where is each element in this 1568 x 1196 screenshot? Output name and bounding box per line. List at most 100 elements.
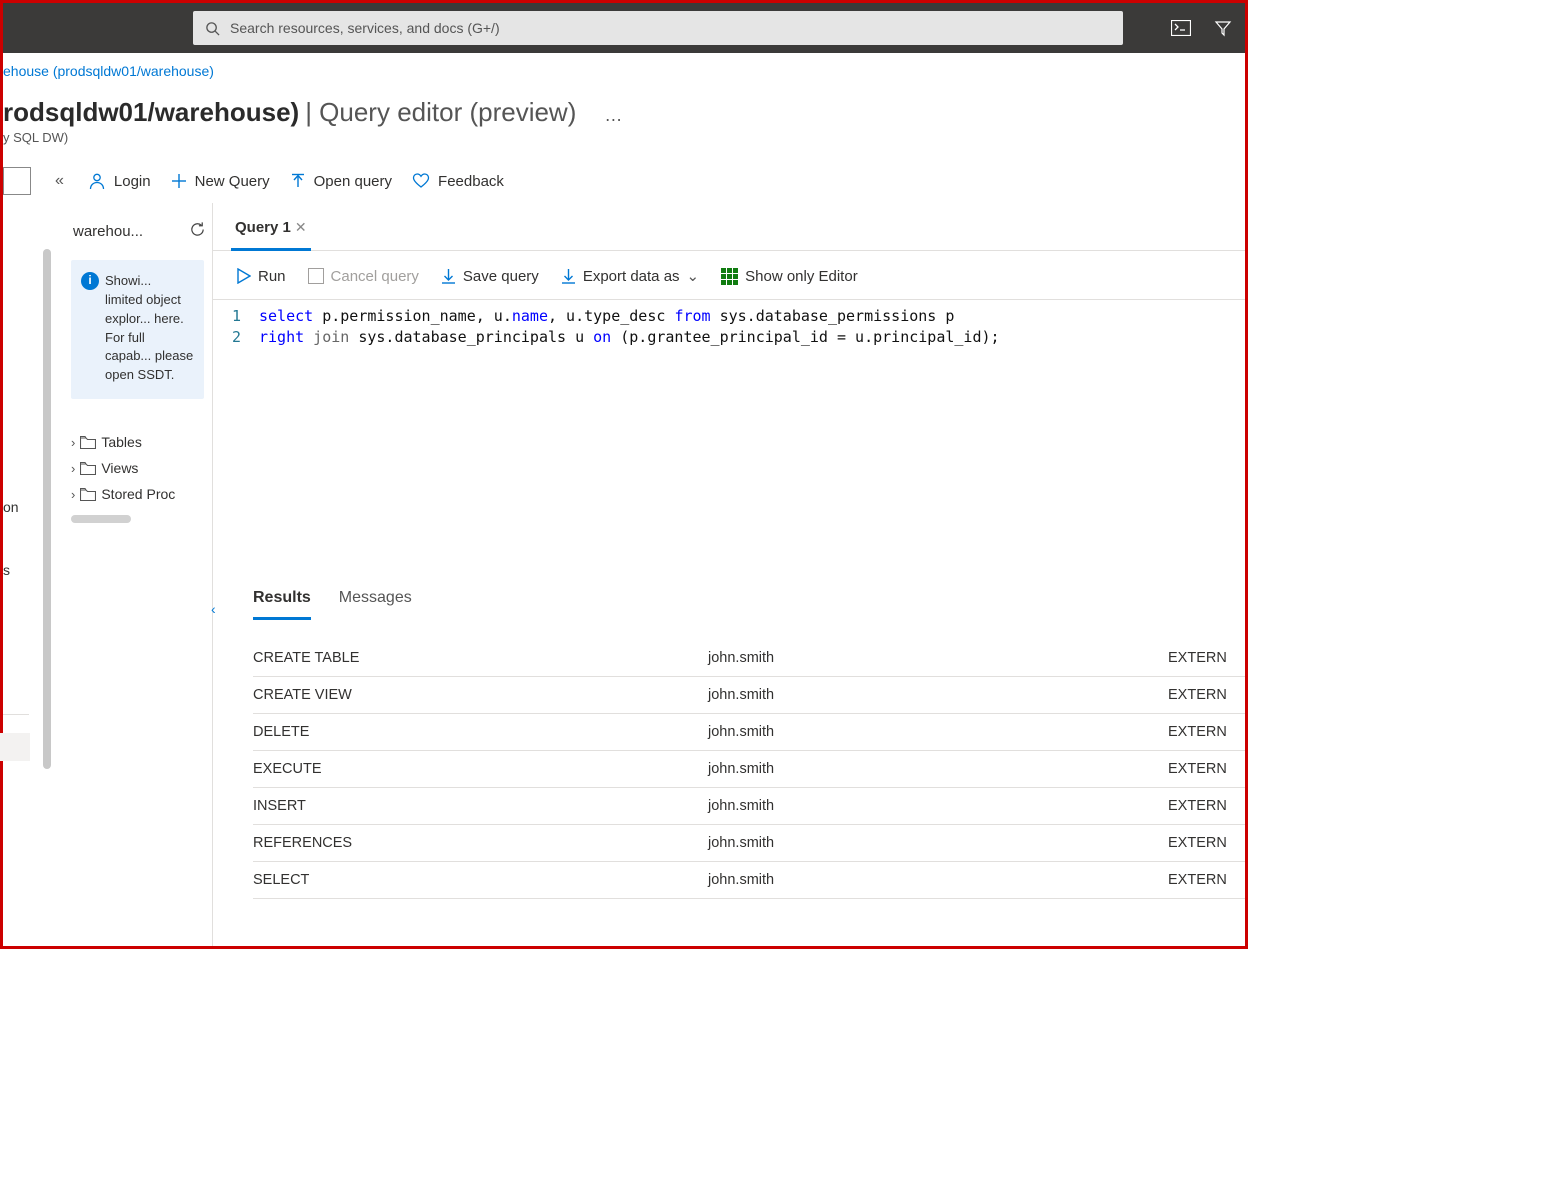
splitter-chevron-icon[interactable]: ‹ (211, 601, 216, 617)
tree-sprocs[interactable]: › Stored Proc (69, 481, 206, 507)
table-row[interactable]: CREATE TABLEjohn.smithEXTERN (253, 640, 1245, 677)
show-only-editor-button[interactable]: Show only Editor (721, 268, 858, 285)
cell-permission: CREATE VIEW (253, 687, 708, 703)
collapse-chevron-icon[interactable]: « (51, 172, 68, 190)
table-row[interactable]: DELETEjohn.smithEXTERN (253, 714, 1245, 751)
more-actions-icon[interactable]: … (604, 105, 623, 126)
tree-sprocs-label: Stored Proc (101, 486, 175, 502)
login-button[interactable]: Login (88, 172, 151, 190)
cell-type: EXTERN (1168, 798, 1245, 814)
grid-icon (721, 268, 738, 285)
cell-principal: john.smith (708, 761, 1168, 777)
scrollbar-thumb[interactable] (43, 249, 51, 769)
chevron-right-icon: › (71, 461, 75, 476)
left-nav-item[interactable]: on (3, 493, 33, 521)
upload-icon (290, 173, 306, 189)
feedback-label: Feedback (438, 173, 504, 190)
tab-messages[interactable]: Messages (339, 589, 412, 620)
new-query-button[interactable]: New Query (171, 173, 270, 190)
cancel-query-button: Cancel query (308, 268, 419, 285)
run-label: Run (258, 268, 286, 285)
cancel-label: Cancel query (331, 268, 419, 285)
folder-icon (80, 488, 96, 501)
results-grid: CREATE TABLEjohn.smithEXTERNCREATE VIEWj… (213, 620, 1245, 899)
person-icon (88, 172, 106, 190)
cell-principal: john.smith (708, 724, 1168, 740)
info-title: Showi... (105, 272, 151, 291)
tree-views[interactable]: › Views (69, 455, 206, 481)
cell-type: EXTERN (1168, 761, 1245, 777)
tab-results[interactable]: Results (253, 589, 311, 620)
table-row[interactable]: CREATE VIEWjohn.smithEXTERN (253, 677, 1245, 714)
table-row[interactable]: SELECTjohn.smithEXTERN (253, 862, 1245, 899)
query-tab-label: Query 1 (235, 219, 291, 236)
info-card: i Showi... limited object explor... here… (71, 260, 204, 399)
main-area: on s warehou... i Showi... limited objec… (3, 203, 1245, 946)
sidebar-search-box[interactable] (3, 167, 31, 195)
search-placeholder: Search resources, services, and docs (G+… (230, 20, 500, 36)
left-scrollbar[interactable] (33, 203, 63, 946)
heart-icon (412, 173, 430, 189)
query-tabs: Query 1 ✕ (213, 203, 1245, 251)
explorer-h-scrollbar[interactable] (71, 515, 131, 523)
chevron-right-icon: › (71, 435, 75, 450)
cell-principal: john.smith (708, 687, 1168, 703)
command-bar: « Login New Query Open query Feedback (3, 161, 1245, 205)
query-tab-1[interactable]: Query 1 ✕ (231, 219, 311, 251)
table-row[interactable]: INSERTjohn.smithEXTERN (253, 788, 1245, 825)
results-tabs: Results Messages (213, 571, 1245, 620)
breadcrumb: ehouse (prodsqldw01/warehouse) (3, 53, 1245, 79)
filter-icon[interactable] (1213, 18, 1233, 38)
save-query-button[interactable]: Save query (441, 268, 539, 285)
table-row[interactable]: REFERENCESjohn.smithEXTERN (253, 825, 1245, 862)
left-nav-item-selected[interactable] (0, 733, 30, 761)
cell-type: EXTERN (1168, 724, 1245, 740)
feedback-button[interactable]: Feedback (412, 173, 504, 190)
tree-tables-label: Tables (101, 434, 141, 450)
left-nav-item[interactable]: s (3, 556, 33, 584)
tree-tables[interactable]: › Tables (69, 429, 206, 455)
open-query-button[interactable]: Open query (290, 173, 392, 190)
folder-icon (80, 462, 96, 475)
show-only-label: Show only Editor (745, 268, 858, 285)
export-data-button[interactable]: Export data as ⌄ (561, 267, 699, 285)
refresh-icon[interactable] (189, 221, 206, 242)
cell-principal: john.smith (708, 650, 1168, 666)
page-title: rodsqldw01/warehouse) (3, 97, 299, 128)
info-body: limited object explor... here. For full … (81, 291, 194, 385)
chevron-down-icon: ⌄ (687, 267, 700, 285)
stop-icon (308, 268, 324, 284)
sql-editor[interactable]: 1 2 select p.permission_name, u.name, u.… (213, 299, 1245, 571)
open-query-label: Open query (314, 173, 392, 190)
search-icon (205, 21, 220, 36)
table-row[interactable]: EXECUTEjohn.smithEXTERN (253, 751, 1245, 788)
plus-icon (171, 173, 187, 189)
cell-permission: CREATE TABLE (253, 650, 708, 666)
page-subtitle: y SQL DW) (3, 130, 1245, 161)
cell-permission: SELECT (253, 872, 708, 888)
run-button[interactable]: Run (237, 268, 286, 285)
left-nav-sliver: on s (3, 203, 33, 946)
cell-type: EXTERN (1168, 687, 1245, 703)
export-label: Export data as (583, 268, 680, 285)
cell-permission: REFERENCES (253, 835, 708, 851)
chevron-right-icon: › (71, 487, 75, 502)
cell-permission: EXECUTE (253, 761, 708, 777)
download-icon (561, 268, 576, 284)
cell-principal: john.smith (708, 798, 1168, 814)
cell-principal: john.smith (708, 835, 1168, 851)
object-explorer: warehou... i Showi... limited object exp… (63, 203, 213, 946)
page-title-area: | Query editor (preview) (305, 97, 576, 128)
global-search[interactable]: Search resources, services, and docs (G+… (193, 11, 1123, 45)
tree-views-label: Views (101, 460, 138, 476)
login-label: Login (114, 173, 151, 190)
cell-type: EXTERN (1168, 835, 1245, 851)
download-icon (441, 268, 456, 284)
cell-principal: john.smith (708, 872, 1168, 888)
save-label: Save query (463, 268, 539, 285)
breadcrumb-link[interactable]: ehouse (prodsqldw01/warehouse) (3, 63, 214, 79)
code-content[interactable]: select p.permission_name, u.name, u.type… (259, 306, 1245, 571)
close-tab-icon[interactable]: ✕ (295, 219, 307, 236)
cloud-shell-icon[interactable] (1171, 18, 1191, 38)
cell-type: EXTERN (1168, 650, 1245, 666)
